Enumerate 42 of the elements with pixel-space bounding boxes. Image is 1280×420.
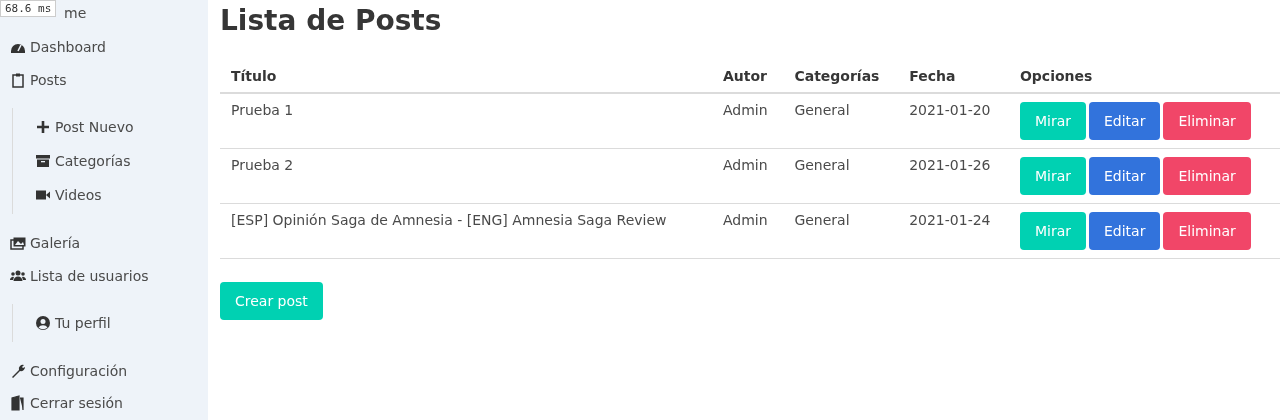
table-cell: [ESP] Opinión Saga de Amnesia - [ENG] Amnesia Saga Review [220, 203, 712, 259]
edit-button[interactable]: Editar [1089, 156, 1161, 195]
sidebar-item[interactable]: me [64, 3, 87, 23]
delete-button[interactable]: Eliminar [1163, 211, 1251, 250]
table-cell: Prueba 1 [220, 92, 712, 149]
table-cell: General [783, 148, 899, 204]
column-header: Categorías [783, 59, 899, 93]
column-header: Autor [712, 59, 784, 93]
table-cell: 2021-01-26 [898, 148, 1009, 204]
column-header: Título [220, 59, 712, 93]
table-cell: 2021-01-20 [898, 92, 1009, 149]
table-cell: General [783, 203, 899, 259]
sidebar-item[interactable]: Cerrar sesión [10, 393, 123, 414]
wrench-icon [10, 362, 26, 379]
sidebar-item[interactable]: Categorías [35, 150, 131, 173]
table-cell: Prueba 2 [220, 148, 712, 204]
table-cell: 2021-01-24 [898, 203, 1009, 259]
clipboard-icon [10, 71, 26, 88]
delete-button[interactable]: Eliminar [1163, 101, 1251, 140]
sidebar-item[interactable]: Tu perfil [35, 312, 111, 334]
column-header: Fecha [898, 59, 1009, 93]
table-cell: Admin [712, 92, 784, 149]
page-title: Lista de Posts [220, 4, 443, 38]
sidebar-item[interactable]: Galería [10, 232, 81, 254]
table-cell: General [783, 92, 899, 149]
edit-button[interactable]: Editar [1089, 101, 1161, 140]
plus-icon [35, 119, 51, 136]
sidebar-item[interactable]: Posts [10, 69, 67, 91]
table-cell: Admin [712, 203, 784, 259]
edit-button[interactable]: Editar [1089, 211, 1161, 250]
archive-icon [35, 153, 51, 170]
sidebar-item[interactable]: Dashboard [10, 36, 106, 58]
column-header: Opciones [1008, 59, 1280, 93]
sidebar-item[interactable]: Lista de usuarios [10, 265, 149, 286]
delete-button[interactable]: Eliminar [1163, 156, 1251, 195]
timing-badge: 68.6 ms [0, 0, 57, 17]
sidebar-item[interactable]: Videos [35, 184, 102, 207]
door-icon [10, 395, 26, 412]
table-cell: Admin [712, 148, 784, 204]
sidebar-item[interactable]: Post Nuevo [35, 116, 134, 139]
user-icon [35, 315, 51, 331]
sidebar-item[interactable]: Configuración [10, 360, 128, 381]
